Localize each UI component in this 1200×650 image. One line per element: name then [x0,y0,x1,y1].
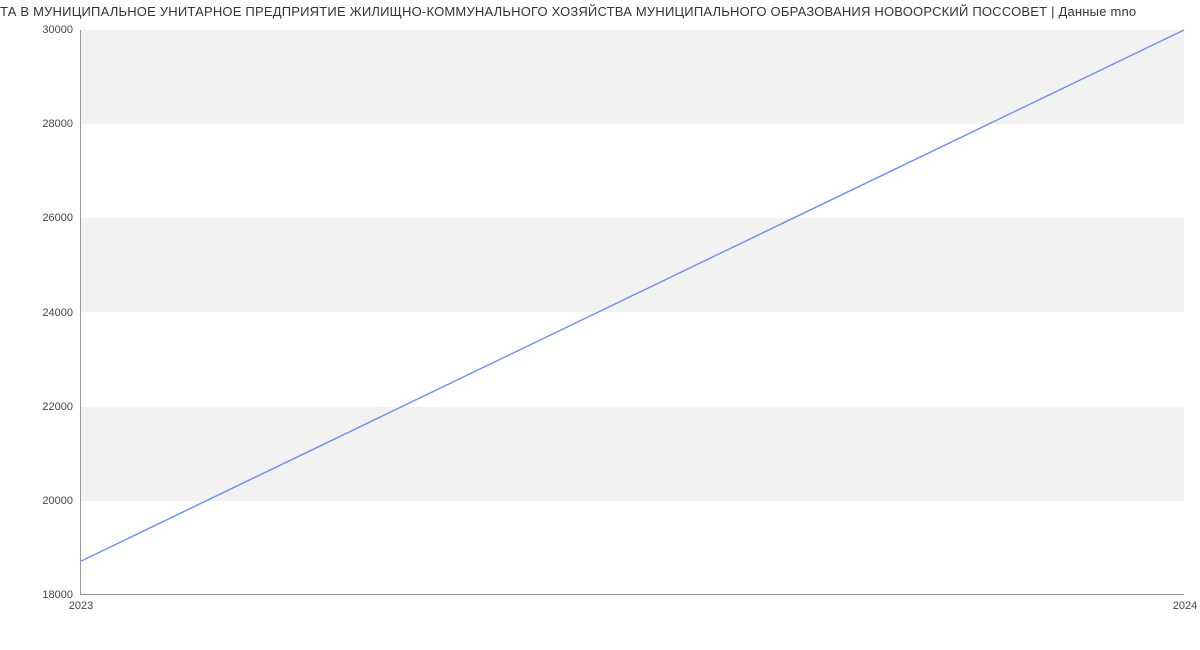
x-tick-label: 2024 [1173,600,1197,612]
y-tick-label: 22000 [42,401,73,413]
x-tick-label: 2023 [69,600,93,612]
y-tick-label: 26000 [42,212,73,224]
y-tick-label: 30000 [42,24,73,36]
chart-title: ТА В МУНИЦИПАЛЬНОЕ УНИТАРНОЕ ПРЕДПРИЯТИЕ… [0,0,1200,19]
y-tick-label: 28000 [42,118,73,130]
y-tick-label: 24000 [42,307,73,319]
line-series [81,30,1184,594]
chart-container: 1800020000220002400026000280003000020232… [0,24,1200,624]
plot-area: 1800020000220002400026000280003000020232… [80,30,1184,595]
y-tick-label: 20000 [42,495,73,507]
